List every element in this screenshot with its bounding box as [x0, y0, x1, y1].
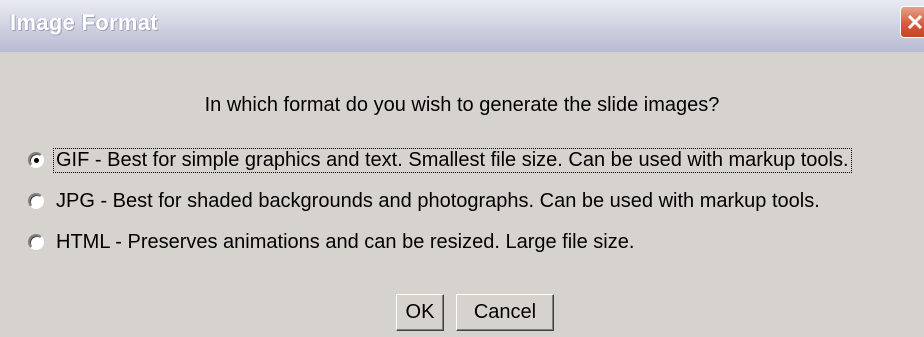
image-format-dialog: Image Format In which format do you wish… [0, 0, 924, 337]
option-gif[interactable]: GIF - Best for simple graphics and text.… [28, 146, 852, 174]
radio-gif[interactable] [28, 152, 44, 168]
question-text: In which format do you wish to generate … [204, 94, 720, 116]
option-jpg-label[interactable]: JPG - Best for shaded backgrounds and ph… [54, 190, 822, 213]
option-jpg[interactable]: JPG - Best for shaded backgrounds and ph… [28, 187, 822, 215]
title-bar[interactable]: Image Format [0, 0, 924, 52]
option-html[interactable]: HTML - Preserves animations and can be r… [28, 228, 636, 256]
close-icon [907, 14, 923, 30]
window-title: Image Format [10, 10, 158, 35]
ok-button[interactable]: OK [396, 294, 444, 331]
radio-selected-dot [34, 158, 39, 163]
option-gif-label[interactable]: GIF - Best for simple graphics and text.… [53, 147, 852, 173]
close-button[interactable] [900, 6, 924, 38]
cancel-button[interactable]: Cancel [456, 294, 554, 331]
radio-jpg[interactable] [28, 193, 44, 209]
radio-html[interactable] [28, 234, 44, 250]
option-html-label[interactable]: HTML - Preserves animations and can be r… [54, 231, 636, 254]
